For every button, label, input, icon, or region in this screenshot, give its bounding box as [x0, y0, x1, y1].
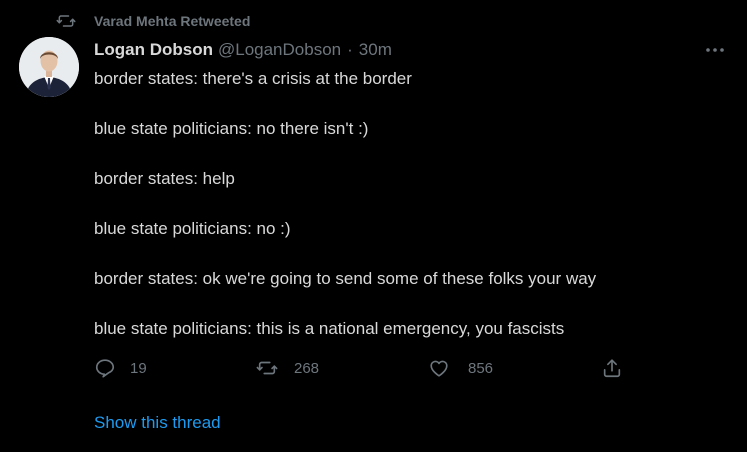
avatar[interactable]	[19, 37, 79, 97]
retweet-count: 268	[294, 359, 320, 377]
share-button[interactable]	[601, 355, 623, 381]
tweet-header: Logan Dobson @LoganDobson · 30m	[94, 38, 392, 62]
author-handle[interactable]: @LoganDobson	[218, 40, 341, 60]
tweet-line: border states: ok we're going to send so…	[94, 269, 597, 288]
tweet-body: border states: there's a crisis at the b…	[94, 66, 724, 366]
author-name[interactable]: Logan Dobson	[94, 40, 213, 60]
retweet-icon	[256, 361, 278, 375]
retweet-icon	[56, 15, 76, 27]
tweet-line: blue state politicians: no there isn't :…	[94, 119, 369, 138]
like-count: 856	[468, 359, 494, 377]
more-options-button[interactable]	[700, 38, 730, 62]
retweet-button[interactable]: 268	[256, 355, 319, 381]
like-button[interactable]: 856	[428, 355, 493, 381]
tweet-actions: 19 268 856	[94, 355, 634, 381]
tweet-timestamp[interactable]: 30m	[359, 40, 392, 60]
separator-dot: ·	[347, 40, 353, 59]
tweet-card[interactable]: Varad Mehta Retweeted Logan Dobson @Loga…	[0, 0, 747, 452]
tweet-line: blue state politicians: this is a nation…	[94, 319, 565, 338]
tweet-line: blue state politicians: no :)	[94, 219, 291, 238]
show-thread-link[interactable]: Show this thread	[94, 413, 221, 433]
reply-button[interactable]: 19	[94, 355, 147, 381]
more-dots-icon	[706, 48, 724, 52]
heart-icon	[430, 360, 448, 377]
retweet-banner[interactable]: Varad Mehta Retweeted	[56, 10, 250, 32]
reply-count: 19	[130, 359, 147, 377]
reply-icon	[95, 359, 115, 378]
tweet-line: border states: help	[94, 169, 235, 188]
share-icon	[603, 359, 621, 378]
avatar-image	[19, 37, 79, 97]
tweet-line: border states: there's a crisis at the b…	[94, 69, 412, 88]
retweet-banner-text: Varad Mehta Retweeted	[94, 13, 251, 29]
